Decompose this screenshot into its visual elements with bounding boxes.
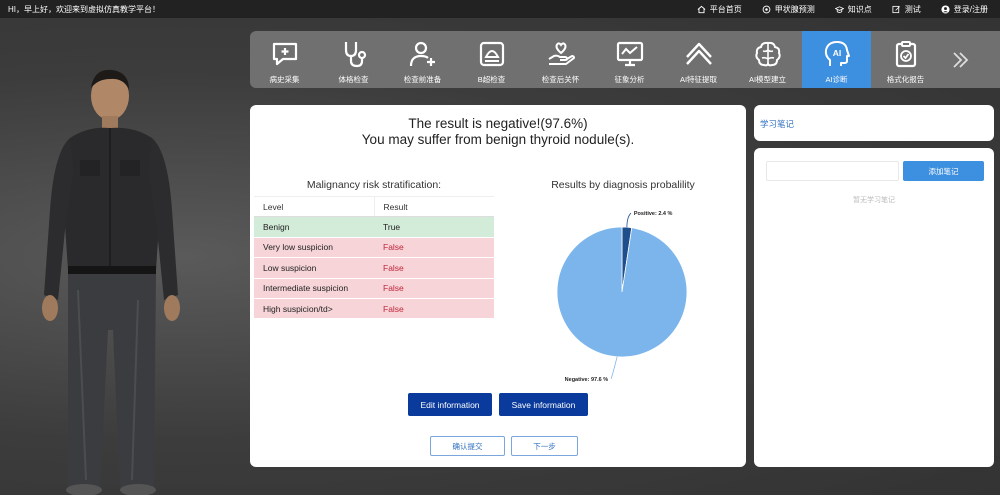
nav-thyroid-predict-label: 甲状腺预测	[774, 4, 815, 14]
tool-ai-feature-extraction[interactable]: AI特征提取	[664, 31, 733, 88]
clipboard-check-icon	[895, 41, 916, 68]
pie-label-connector	[610, 356, 618, 379]
toolbar-next-button[interactable]	[940, 31, 980, 88]
target-icon	[762, 5, 771, 13]
tool-label: 检查后关怀	[541, 75, 580, 84]
edit-icon	[892, 5, 900, 13]
result-cell: False	[374, 257, 494, 279]
diagnosis-pie-chart: Positive: 2.4 % Negative: 97.6 %	[556, 211, 688, 383]
ultrasound-icon	[479, 41, 504, 67]
tool-label: 病史采集	[269, 75, 300, 84]
nav-home-label: 平台首页	[709, 4, 742, 14]
graduation-cap-icon	[834, 5, 844, 13]
table-row: Intermediate suspicion False	[254, 278, 494, 299]
save-information-button[interactable]: Save information	[499, 393, 588, 416]
result-cell: True	[374, 216, 494, 238]
pie-data-label: Negative: 97.6 %	[565, 377, 609, 383]
result-heading: The result is negative!(97.6%)	[408, 116, 588, 131]
header-result: Result	[374, 195, 494, 218]
top-nav: 平台首页 甲状腺预测 知识点 测试 登录/注册	[677, 4, 988, 15]
notes-title: 学习笔记	[760, 119, 795, 129]
note-input[interactable]	[766, 161, 899, 181]
step-toolbar: 病史采集 体格检查 检查前准备 B超检查 检查后关怀 征象分析 AI特征提取 A…	[250, 31, 1000, 88]
result-cell: False	[374, 278, 494, 299]
table-row: Very low suspicion False	[254, 237, 494, 259]
nav-knowledge-label: 知识点	[847, 4, 872, 14]
tool-ai-model-building[interactable]: AI模型建立	[733, 31, 802, 88]
level-cell: Intermediate suspicion	[254, 278, 374, 299]
ai-head-icon: AI	[824, 41, 850, 66]
pie-slice-negative[interactable]	[556, 226, 688, 358]
nav-login-label: 登录/注册	[953, 4, 988, 14]
chat-plus-icon	[272, 42, 297, 66]
pie-data-label: Positive: 2.4 %	[634, 211, 673, 217]
tool-label: 体格检查	[338, 75, 369, 84]
doctor-plus-icon	[409, 41, 435, 67]
result-cell: False	[374, 237, 494, 259]
notes-panel: 添加笔记 暂无学习笔记	[754, 148, 994, 467]
edit-information-button[interactable]: Edit information	[408, 393, 492, 416]
stethoscope-icon	[344, 42, 366, 68]
result-cell: False	[374, 298, 494, 320]
tool-history-collection[interactable]: 病史采集	[250, 31, 319, 88]
level-cell: Very low suspicion	[254, 237, 374, 259]
add-note-button[interactable]: 添加笔记	[903, 161, 984, 181]
nav-test[interactable]: 测试	[892, 4, 921, 15]
nav-login[interactable]: 登录/注册	[941, 4, 988, 15]
header-level: Level	[254, 195, 375, 218]
notes-header-panel: 学习笔记	[754, 105, 994, 141]
svg-text:AI: AI	[832, 48, 841, 58]
nav-thyroid-predict[interactable]: 甲状腺预测	[762, 4, 815, 15]
top-bar: HI，早上好，欢迎来到虚拟仿真教学平台！ 平台首页 甲状腺预测 知识点 测试 登…	[0, 0, 1000, 18]
confirm-submit-button[interactable]: 确认提交	[430, 436, 505, 456]
tool-label: 征象分析	[614, 75, 645, 84]
layers-icon	[685, 42, 712, 65]
pie-label-connector	[626, 212, 632, 228]
home-icon	[697, 5, 706, 13]
next-step-button[interactable]: 下一步	[511, 436, 578, 456]
nav-knowledge[interactable]: 知识点	[834, 4, 872, 15]
patient-avatar	[42, 69, 180, 495]
tool-post-exam-care[interactable]: 检查后关怀	[526, 31, 595, 88]
hand-heart-icon	[547, 42, 575, 65]
tool-label: AI模型建立	[748, 75, 787, 84]
tool-label: B超检查	[477, 75, 506, 84]
tool-pre-exam-prep[interactable]: 检查前准备	[388, 31, 457, 88]
double-chevron-right-icon	[953, 51, 969, 68]
table-header-row: Level Result	[254, 195, 494, 218]
pie-chart-title: Results by diagnosis probalility	[551, 179, 695, 191]
tool-physical-exam[interactable]: 体格检查	[319, 31, 388, 88]
tool-formatted-report[interactable]: 格式化报告	[871, 31, 940, 88]
monitor-chart-icon	[616, 41, 643, 67]
tool-ai-diagnosis[interactable]: AI AI诊断	[802, 31, 871, 88]
nav-test-label: 测试	[904, 4, 921, 14]
level-cell: Benign	[254, 216, 374, 238]
level-cell: Low suspicion	[254, 257, 374, 279]
tool-label: 检查前准备	[403, 75, 442, 84]
tool-label: AI诊断	[825, 75, 848, 84]
greeting-text: HI，早上好，欢迎来到虚拟仿真教学平台！	[8, 4, 160, 14]
diagnosis-result-panel: The result is negative!(97.6%) You may s…	[250, 105, 746, 467]
table-row: High suspicion/td> False	[254, 298, 494, 320]
table-row: Low suspicion False	[254, 257, 494, 279]
level-cell: High suspicion/td>	[254, 298, 374, 320]
tool-label: 格式化报告	[886, 75, 925, 84]
result-subheading: You may suffer from benign thyroid nodul…	[361, 132, 635, 147]
tool-ultrasound[interactable]: B超检查	[457, 31, 526, 88]
nav-home[interactable]: 平台首页	[697, 4, 742, 15]
table-row: Benign True	[254, 216, 494, 238]
brain-icon	[754, 41, 781, 67]
user-icon	[941, 4, 950, 14]
empty-notes-text: 暂无学习笔记	[853, 197, 895, 204]
tool-sign-analysis[interactable]: 征象分析	[595, 31, 664, 88]
risk-table-title: Malignancy risk stratification:	[306, 179, 442, 191]
risk-stratification-table: Level Result Benign True Very low suspic…	[254, 195, 494, 320]
tool-label: AI特征提取	[679, 75, 718, 84]
